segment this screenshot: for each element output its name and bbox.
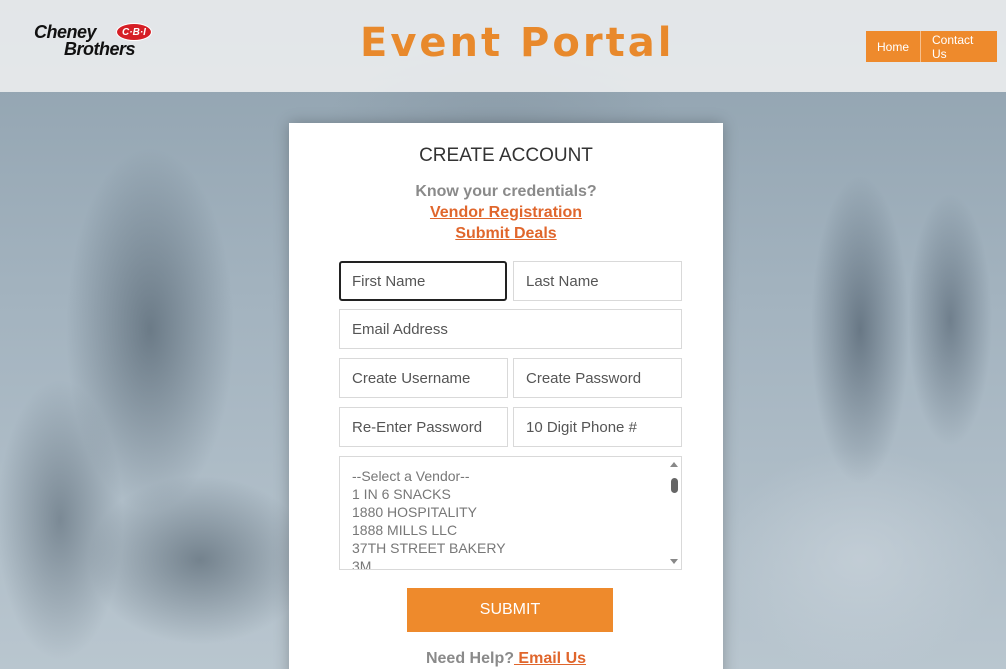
password-field[interactable]: Create Password [513, 358, 682, 398]
phone-field[interactable]: 10 Digit Phone # [513, 407, 682, 447]
nav-home-button[interactable]: Home [866, 31, 922, 62]
vendor-option[interactable]: 37TH STREET BAKERY [340, 539, 506, 557]
header-bar: Cheney C·B·I Brothers Event Portal Home … [0, 0, 1006, 92]
form-title: CREATE ACCOUNT [419, 145, 593, 166]
vendor-scrollbar[interactable] [667, 457, 681, 569]
reenter-password-field[interactable]: Re-Enter Password [339, 407, 508, 447]
create-account-card: CREATE ACCOUNT Know your credentials? Ve… [289, 123, 723, 669]
last-name-field[interactable]: Last Name [513, 261, 682, 301]
submit-button[interactable]: SUBMIT [407, 588, 613, 632]
vendor-registration-link[interactable]: Vendor Registration [289, 204, 723, 222]
vendor-option[interactable]: --Select a Vendor-- [340, 467, 506, 485]
email-us-link[interactable]: Email Us [514, 650, 586, 667]
nav-contact-button[interactable]: Contact Us [921, 31, 998, 62]
scroll-down-arrow-icon[interactable] [670, 559, 678, 564]
vendor-option[interactable]: 1 IN 6 SNACKS [340, 485, 506, 503]
help-line: Need Help? Email Us [289, 650, 723, 668]
vendor-option[interactable]: 1888 MILLS LLC [340, 521, 506, 539]
vendor-option[interactable]: 1880 HOSPITALITY [340, 503, 506, 521]
email-field[interactable]: Email Address [339, 309, 682, 349]
page-title: Event Portal [360, 20, 675, 66]
first-name-field[interactable]: First Name [339, 261, 507, 301]
vendor-option-list: --Select a Vendor-- 1 IN 6 SNACKS 1880 H… [340, 467, 506, 569]
vendor-option[interactable]: 3M [340, 557, 506, 569]
help-text: Need Help? [425, 650, 514, 667]
scroll-thumb[interactable] [671, 478, 678, 493]
cheney-brothers-logo[interactable]: Cheney C·B·I Brothers [30, 22, 160, 64]
vendor-select[interactable]: --Select a Vendor-- 1 IN 6 SNACKS 1880 H… [339, 456, 682, 570]
submit-deals-link[interactable]: Submit Deals [289, 225, 723, 243]
username-field[interactable]: Create Username [339, 358, 508, 398]
scroll-up-arrow-icon[interactable] [670, 462, 678, 467]
logo-text-bottom: Brothers [64, 39, 136, 59]
top-nav: Home Contact Us [866, 31, 998, 62]
form-subtitle: Know your credentials? [415, 183, 597, 200]
